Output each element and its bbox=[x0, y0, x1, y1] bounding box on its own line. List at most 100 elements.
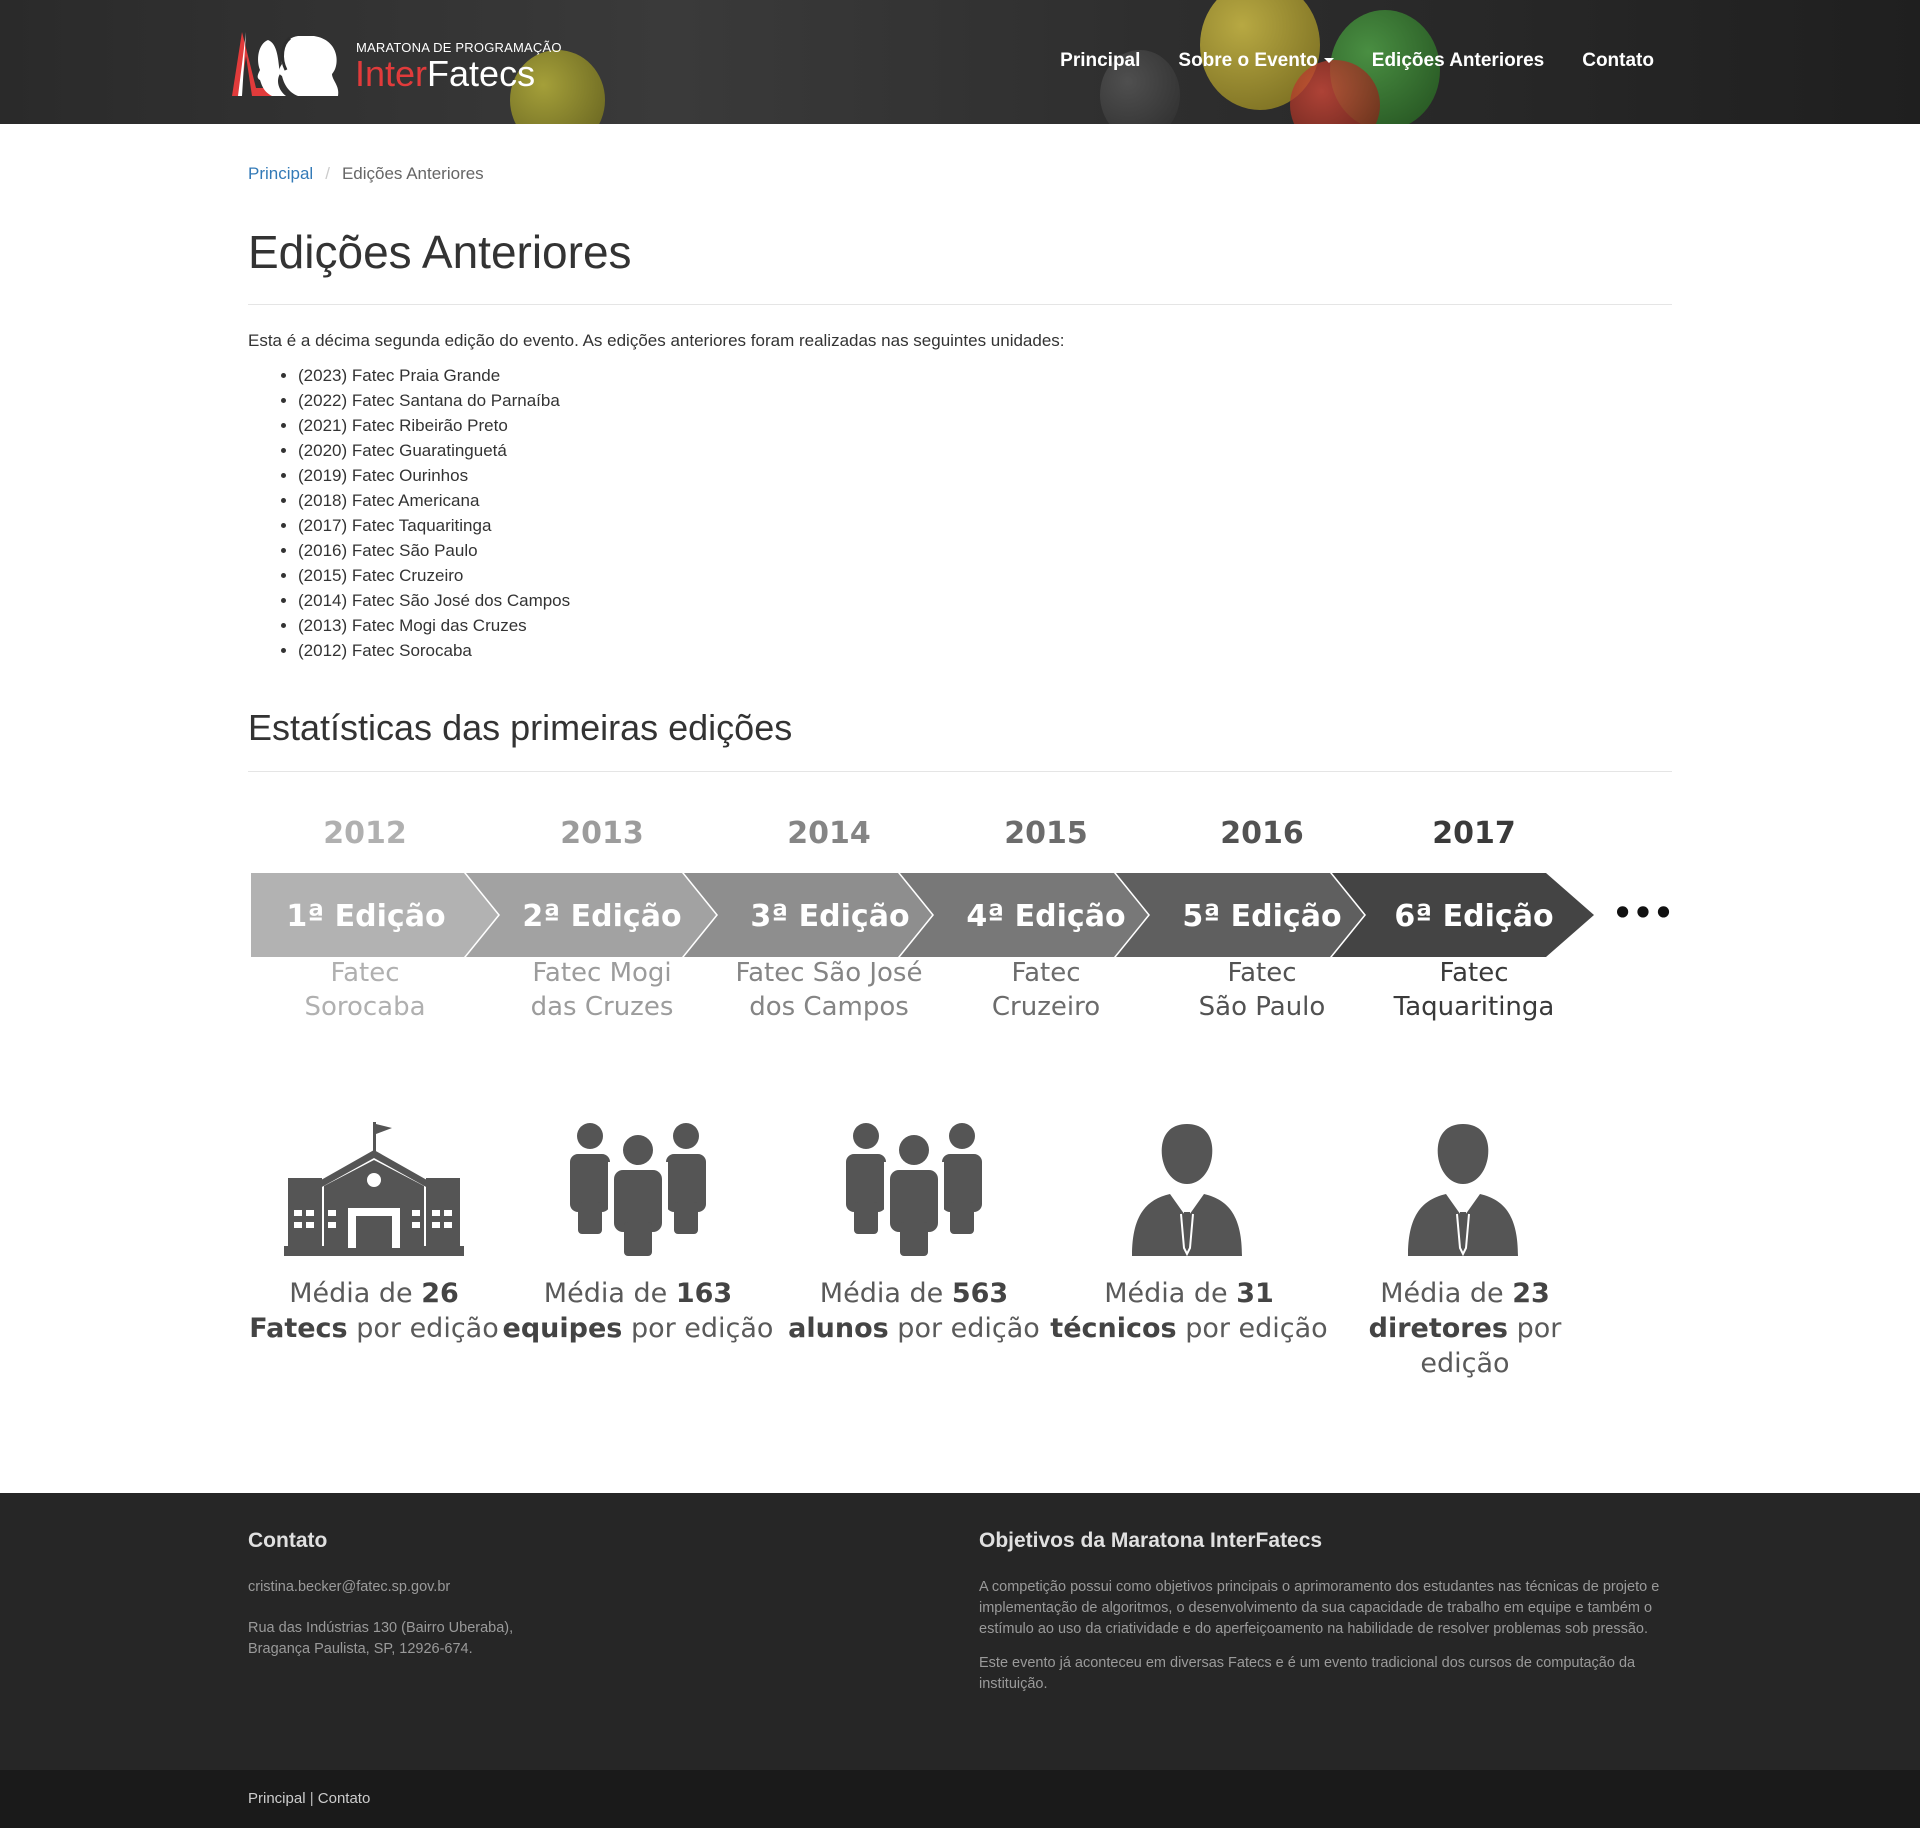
title-divider bbox=[248, 304, 1672, 305]
site-footer: Contato cristina.becker@fatec.sp.gov.br … bbox=[0, 1493, 1920, 1770]
nav-sobre-label: Sobre o Evento bbox=[1178, 50, 1318, 71]
breadcrumb: Principal / Edições Anteriores bbox=[248, 164, 1672, 184]
list-item: (2019) Fatec Ourinhos bbox=[298, 463, 1672, 488]
stat-tecnicos: Média de 31 técnicos por edição bbox=[1049, 1276, 1329, 1346]
footer-objectives-text: Este evento já aconteceu em diversas Fat… bbox=[979, 1655, 1636, 1692]
stat-noun: alunos bbox=[788, 1313, 889, 1344]
logo-title-inter: Inter bbox=[355, 53, 428, 94]
footer-link-principal[interactable]: Principal bbox=[248, 1790, 306, 1807]
person-tie-icon bbox=[1408, 1124, 1518, 1256]
logo-title: InterFatecs bbox=[355, 54, 535, 94]
stats-title: Estatísticas das primeiras edições bbox=[248, 707, 793, 748]
timeline-place: Fatec São José dos Campos bbox=[735, 958, 923, 1022]
timeline-edition-label: 3ª Edição bbox=[750, 899, 909, 934]
footer-link-separator: | bbox=[305, 1790, 318, 1807]
footer-bottom-bar: Principal | Contato bbox=[0, 1770, 1920, 1828]
site-header: MARATONA DE PROGRAMAÇÃO InterFatecs Prin… bbox=[0, 0, 1920, 124]
footer-contact-title: Contato bbox=[248, 1529, 328, 1552]
stat-suffix: por edição bbox=[347, 1313, 499, 1344]
breadcrumb-current: Edições Anteriores bbox=[341, 164, 484, 183]
breadcrumb-separator: / bbox=[325, 164, 330, 183]
timeline-place: Fatec Mogi das Cruzes bbox=[530, 958, 674, 1022]
timeline-edition-label: 4ª Edição bbox=[966, 899, 1125, 934]
list-item: (2012) Fatec Sorocaba bbox=[298, 638, 1672, 663]
person-tie-icon bbox=[1132, 1124, 1242, 1256]
stat-fatecs: Média de 26 Fatecs por edição bbox=[234, 1276, 514, 1346]
stat-prefix: Média de bbox=[1380, 1278, 1513, 1309]
stat-alunos: Média de 563 alunos por edição bbox=[774, 1276, 1054, 1346]
stat-prefix: Média de bbox=[1104, 1278, 1237, 1309]
nav-contato[interactable]: Contato bbox=[1582, 50, 1654, 72]
list-item: (2023) Fatec Praia Grande bbox=[298, 363, 1672, 388]
timeline-place: Fatec São Paulo bbox=[1198, 958, 1326, 1022]
footer-objectives: Objetivos da Maratona InterFatecs A comp… bbox=[979, 1529, 1674, 1695]
list-item: (2021) Fatec Ribeirão Preto bbox=[298, 413, 1672, 438]
timeline-place: Fatec Cruzeiro bbox=[991, 958, 1101, 1022]
stat-number: 26 bbox=[421, 1278, 459, 1309]
breadcrumb-home[interactable]: Principal bbox=[248, 164, 313, 183]
stat-noun: Fatecs bbox=[249, 1313, 348, 1344]
stat-diretores: Média de 23 diretores por edição bbox=[1325, 1276, 1605, 1381]
nav-edicoes-anteriores[interactable]: Edições Anteriores bbox=[1372, 50, 1544, 72]
timeline-place: Fatec Taquaritinga bbox=[1393, 958, 1555, 1022]
footer-email: cristina.becker@fatec.sp.gov.br bbox=[248, 1579, 451, 1595]
logo-icon bbox=[232, 32, 339, 96]
intro-text: Esta é a décima segunda edição do evento… bbox=[248, 331, 1065, 350]
list-item: (2014) Fatec São José dos Campos bbox=[298, 588, 1672, 613]
timeline-place: Fatec Sorocaba bbox=[304, 958, 426, 1022]
stat-noun: equipes bbox=[502, 1313, 623, 1344]
list-item: (2015) Fatec Cruzeiro bbox=[298, 563, 1672, 588]
stat-prefix: Média de bbox=[289, 1278, 422, 1309]
list-item: (2016) Fatec São Paulo bbox=[298, 538, 1672, 563]
logo-title-fatecs: Fatecs bbox=[427, 53, 536, 94]
page-title: Edições Anteriores bbox=[248, 226, 632, 278]
timeline-arrow-bar: 1ª Edição 2ª Edição 3ª Edição 4ª Edição … bbox=[251, 873, 1674, 957]
students-icon bbox=[846, 1123, 982, 1256]
timeline-year: 2015 bbox=[1004, 816, 1088, 851]
stat-prefix: Média de bbox=[819, 1278, 952, 1309]
timeline-edition-label: 5ª Edição bbox=[1182, 899, 1341, 934]
nav-sobre-o-evento[interactable]: Sobre o Evento bbox=[1178, 50, 1334, 72]
stat-suffix: por edição bbox=[622, 1313, 774, 1344]
footer-contact: Contato cristina.becker@fatec.sp.gov.br … bbox=[248, 1529, 848, 1660]
stat-prefix: Média de bbox=[543, 1278, 676, 1309]
list-item: (2018) Fatec Americana bbox=[298, 488, 1672, 513]
editions-list: (2023) Fatec Praia Grande (2022) Fatec S… bbox=[298, 363, 1672, 663]
stat-number: 163 bbox=[675, 1278, 733, 1309]
timeline-year: 2017 bbox=[1432, 816, 1516, 851]
stats-infographic: 2012 2013 2014 2015 2016 2017 1ª Edição … bbox=[248, 800, 1678, 1379]
list-item: (2020) Fatec Guaratinguetá bbox=[298, 438, 1672, 463]
stat-noun: técnicos bbox=[1050, 1313, 1177, 1344]
site-logo[interactable]: MARATONA DE PROGRAMAÇÃO InterFatecs bbox=[228, 30, 568, 100]
stat-number: 563 bbox=[951, 1278, 1009, 1309]
timeline-edition-label: 1ª Edição bbox=[286, 899, 445, 934]
school-icon bbox=[284, 1122, 464, 1256]
stat-number: 23 bbox=[1512, 1278, 1550, 1309]
nav-principal[interactable]: Principal bbox=[1060, 50, 1140, 72]
stats-divider bbox=[248, 771, 1672, 772]
stat-suffix: por edição bbox=[888, 1313, 1040, 1344]
main-content: Principal / Edições Anteriores Edições Ant… bbox=[248, 124, 1672, 772]
footer-address-line: Rua das Indústrias 130 (Bairro Uberaba), bbox=[248, 1620, 514, 1636]
timeline-year: 2012 bbox=[323, 816, 407, 851]
footer-address-line: Bragança Paulista, SP, 12926-674. bbox=[248, 1641, 473, 1657]
stat-suffix: por edição bbox=[1176, 1313, 1328, 1344]
footer-link-contato[interactable]: Contato bbox=[318, 1790, 371, 1807]
stat-equipes: Média de 163 equipes por edição bbox=[498, 1276, 778, 1346]
footer-objectives-text: A competição possui como objetivos princ… bbox=[979, 1579, 1660, 1637]
footer-links: Principal | Contato bbox=[248, 1790, 370, 1807]
timeline-year: 2016 bbox=[1220, 816, 1304, 851]
timeline-more-dots: ••• bbox=[1612, 894, 1673, 932]
list-item: (2017) Fatec Taquaritinga bbox=[298, 513, 1672, 538]
timeline-year: 2014 bbox=[787, 816, 871, 851]
list-item: (2013) Fatec Mogi das Cruzes bbox=[298, 613, 1672, 638]
stat-noun: diretores bbox=[1368, 1313, 1509, 1344]
main-nav: Principal Sobre o Evento Edições Anterio… bbox=[1060, 50, 1654, 72]
timeline-edition-label: 6ª Edição bbox=[1394, 899, 1553, 934]
timeline-year: 2013 bbox=[560, 816, 644, 851]
stat-number: 31 bbox=[1236, 1278, 1274, 1309]
list-item: (2022) Fatec Santana do Parnaíba bbox=[298, 388, 1672, 413]
team-icon bbox=[570, 1123, 706, 1256]
caret-down-icon bbox=[1323, 58, 1334, 64]
footer-objectives-title: Objetivos da Maratona InterFatecs bbox=[979, 1529, 1323, 1552]
